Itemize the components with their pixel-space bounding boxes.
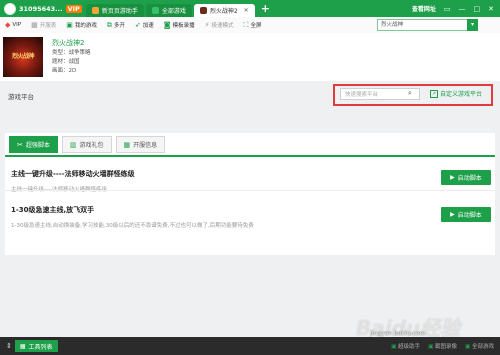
diamond-icon: ◆: [5, 21, 11, 29]
toolbox-button[interactable]: ▦ 工具列表: [14, 340, 58, 352]
start-label: 启动脚本: [457, 175, 482, 182]
status-label: 截图录像: [435, 344, 458, 350]
game-search-input[interactable]: 烈火战神: [377, 19, 468, 31]
tab-scripts[interactable]: ✂ 超强脚本: [9, 136, 58, 153]
top-bar: 31095643... VIP 新页页游助手 全部游戏 烈火战神2 ✕ + 查看…: [0, 0, 500, 17]
minimize-icon[interactable]: —: [459, 5, 466, 13]
divider: [5, 190, 495, 191]
game-type: 类型：战争策略: [52, 50, 91, 56]
multi-open-label: 多开: [113, 23, 125, 29]
tab-label: 超强脚本: [25, 142, 50, 149]
speed-up-button[interactable]: ➶ 加速: [130, 17, 159, 33]
camera-icon: ◙: [163, 21, 171, 29]
platform-title: 游戏平台: [8, 93, 34, 101]
status-item[interactable]: ▣ 截图录像: [428, 342, 457, 350]
script-name: 1-30级急速主线,放飞双手: [11, 206, 95, 214]
search-icon[interactable]: ⌕: [408, 89, 412, 98]
avatar[interactable]: [4, 2, 16, 15]
start-label: 启动脚本: [457, 212, 482, 219]
gamepad-icon: ▣: [66, 21, 73, 29]
script-item: 1-30级急速主线,放飞双手 1-30级急速主线,自动换装备,学习技能,30级以…: [11, 205, 489, 229]
calendar-icon: ▦: [123, 140, 131, 149]
my-games-button[interactable]: ▣ 我的游戏: [61, 17, 102, 33]
official-site-link[interactable]: 查看网址: [412, 4, 436, 13]
minimal-mode-button[interactable]: ⚡ 极速模式: [200, 17, 239, 33]
tab-underline: [5, 155, 495, 157]
game-info-panel: 烈火战神 烈火战神2 类型：战争策略 题材：战国 画面：2D: [0, 33, 500, 81]
fullscreen-icon: ⛶: [243, 20, 249, 29]
custom-platform-button[interactable]: ↗ 自定义游戏平台: [430, 89, 482, 98]
custom-platform-label: 自定义游戏平台: [440, 91, 483, 98]
vip-badge[interactable]: VIP: [65, 4, 82, 13]
start-script-button[interactable]: ▶ 启动脚本: [441, 207, 491, 222]
games-icon: ▣: [465, 344, 471, 350]
game-icon: [91, 7, 99, 14]
tab-label: 全部游戏: [161, 8, 186, 15]
tab-label: 开服信息: [133, 142, 158, 149]
tab-label: 烈火战神2: [209, 8, 238, 15]
close-window-icon[interactable]: ✕: [488, 5, 494, 13]
speed-label: 加速: [142, 23, 154, 29]
opening-label: 开服表: [39, 23, 57, 29]
grid-icon: [151, 7, 159, 14]
status-label: 全部游戏: [471, 344, 494, 350]
play-icon: ▶: [450, 211, 455, 218]
start-script-button[interactable]: ▶ 启动脚本: [441, 170, 491, 185]
tab-label: 游戏礼包: [79, 142, 104, 149]
record-label: 模板录播: [172, 23, 195, 29]
watermark-url: jingyan.baidu.com: [370, 330, 426, 337]
external-link-icon: ↗: [430, 89, 438, 98]
status-item[interactable]: ▣ 全部游戏: [465, 342, 494, 350]
opening-list-button[interactable]: ▦ 开服表: [26, 17, 61, 33]
play-icon: ▶: [450, 174, 455, 181]
multi-open-button[interactable]: ⧉ 多开: [102, 17, 130, 33]
fullscreen-label: 全屏: [250, 23, 262, 29]
game-frame: 画面：2D: [52, 68, 77, 74]
add-tab-button[interactable]: +: [261, 2, 270, 15]
game-cover[interactable]: 烈火战神: [3, 37, 43, 77]
tab-all-games[interactable]: 全部游戏: [145, 4, 192, 17]
calendar-icon: ▦: [31, 21, 38, 29]
script-desc: 主线一键升级----法师移动火墙群怪练级: [11, 185, 489, 193]
minimal-label: 极速模式: [211, 23, 234, 29]
gift-icon: ▥: [69, 140, 77, 149]
rocket-icon: ➶: [134, 21, 141, 29]
script-panel: ✂ 超强脚本 ▥ 游戏礼包 ▦ 开服信息 主线一键升级----法师移动火墙群怪练…: [5, 133, 495, 255]
status-bar: ⇕ ▦ 工具列表 ▣ 超级助手 ▣ 截图录像 ▣ 全部游戏: [0, 337, 500, 355]
game-name[interactable]: 烈火战神2: [52, 38, 84, 48]
script-name: 主线一键升级----法师移动火墙群怪练级: [11, 170, 135, 178]
my-games-label: 我的游戏: [74, 23, 97, 29]
helper-icon: ▣: [391, 344, 397, 350]
tab-server-info[interactable]: ▦ 开服信息: [115, 136, 166, 153]
camera-icon: ▣: [428, 344, 434, 350]
skin-icon[interactable]: ▭: [444, 5, 451, 13]
copy-icon: ⧉: [106, 20, 112, 29]
account-name[interactable]: 31095643...: [19, 5, 63, 13]
toolbox-label: 工具列表: [28, 343, 53, 351]
status-label: 超级助手: [398, 344, 421, 350]
maximize-icon[interactable]: □: [474, 5, 481, 13]
tab-current-game[interactable]: 烈火战神2 ✕: [193, 4, 255, 17]
close-icon[interactable]: ✕: [244, 7, 249, 14]
tab-label: 新页页游助手: [101, 8, 138, 15]
dropdown-icon[interactable]: ▾: [467, 19, 478, 31]
account-area[interactable]: 31095643... VIP: [0, 0, 86, 17]
vip-label: VIP: [12, 22, 22, 28]
status-item[interactable]: ▣ 超级助手: [391, 342, 420, 350]
lightning-icon: ⚡: [204, 21, 210, 29]
tab-gift-packs[interactable]: ▥ 游戏礼包: [61, 136, 112, 153]
toolbar: ◆ VIP ▦ 开服表 ▣ 我的游戏 ⧉ 多开 ➶ 加速 ◙ 模板录播 ⚡ 极速模式 ⛶ 全屏 …: [0, 17, 500, 34]
record-button[interactable]: ◙ 模板录播: [159, 17, 200, 33]
fullscreen-button[interactable]: ⛶ 全屏: [239, 17, 267, 33]
sort-icon[interactable]: ⇕: [6, 342, 12, 350]
game-theme: 题材：战国: [52, 59, 80, 65]
script-desc: 1-30级急速主线,自动换装备,学习技能,30级以后的还不靠谱免费,不过也可以做…: [11, 223, 254, 229]
tools-icon: ✂: [17, 140, 23, 149]
tab-new-helper[interactable]: 新页页游助手: [85, 4, 144, 17]
game-icon: [199, 7, 207, 14]
grid-icon: ▦: [19, 342, 26, 350]
vip-button[interactable]: ◆ VIP: [0, 17, 26, 33]
